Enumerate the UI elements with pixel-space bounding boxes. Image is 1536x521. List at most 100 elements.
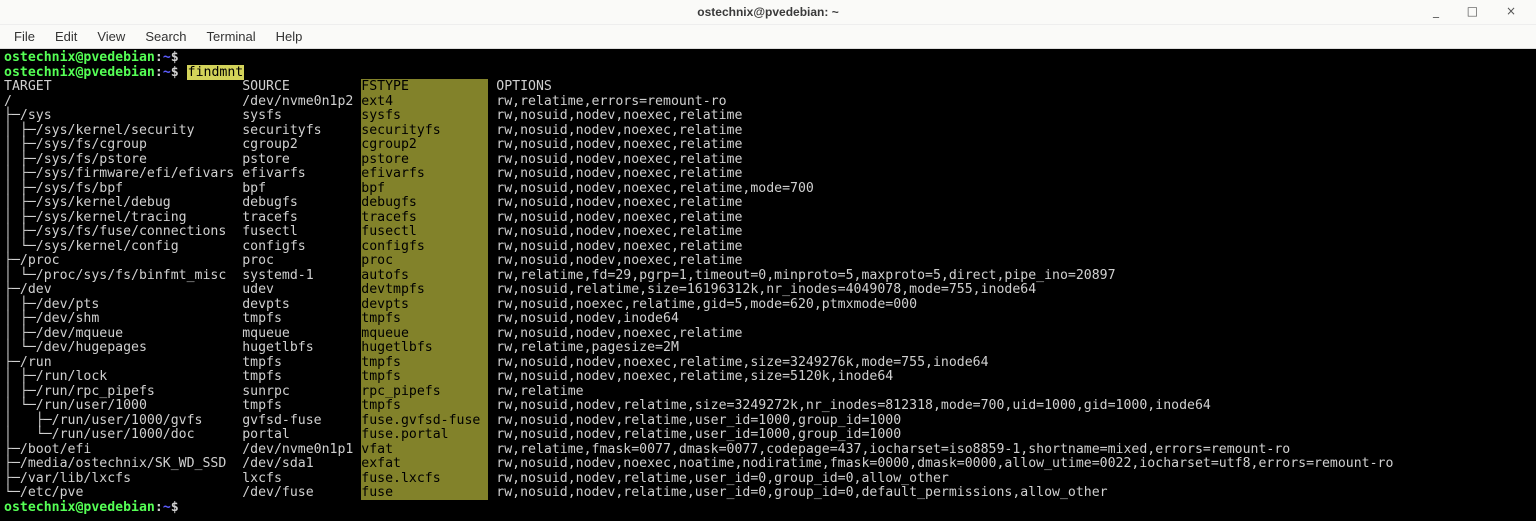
cell-options: rw,relatime,fmask=0077,dmask=0077,codepa…	[488, 442, 1290, 457]
cell-fstype: tracefs	[361, 210, 488, 225]
cell-target: │ ├─/run/user/1000/gvfs	[4, 413, 242, 428]
findmnt-row: │ ├─/sys/kernel/debug debugfs debugfs rw…	[4, 196, 1532, 211]
cell-source: fusectl	[242, 224, 361, 239]
header-source: SOURCE	[242, 79, 361, 94]
cell-options: rw,nosuid,nodev,relatime,user_id=0,group…	[488, 485, 1107, 500]
cell-source: sunrpc	[242, 384, 361, 399]
cell-source: mqueue	[242, 326, 361, 341]
cell-fstype: cgroup2	[361, 137, 488, 152]
findmnt-row: │ └─/sys/kernel/config configfs configfs…	[4, 240, 1532, 255]
cell-target: │ └─/dev/hugepages	[4, 340, 242, 355]
cell-fstype: tmpfs	[361, 355, 488, 370]
cell-source: configfs	[242, 239, 361, 254]
findmnt-row: │ ├─/sys/fs/cgroup cgroup2 cgroup2 rw,no…	[4, 138, 1532, 153]
cell-options: rw,nosuid,nodev,noexec,relatime,size=324…	[488, 355, 988, 370]
findmnt-row: │ └─/run/user/1000 tmpfs tmpfs rw,nosuid…	[4, 399, 1532, 414]
cell-fstype: proc	[361, 253, 488, 268]
cell-source: /dev/fuse	[242, 485, 361, 500]
cell-target: │ ├─/dev/pts	[4, 297, 242, 312]
menu-item-edit[interactable]: Edit	[45, 27, 87, 46]
cell-options: rw,nosuid,nodev,relatime,user_id=1000,gr…	[488, 413, 901, 428]
findmnt-row: │ ├─/dev/mqueue mqueue mqueue rw,nosuid,…	[4, 327, 1532, 342]
cell-fstype: fuse.portal	[361, 427, 488, 442]
cell-fstype: fusectl	[361, 224, 488, 239]
window-titlebar: ostechnix@pvedebian: ~ _ □ ×	[0, 0, 1536, 25]
cell-source: tracefs	[242, 210, 361, 225]
cell-target: │ ├─/sys/kernel/security	[4, 123, 242, 138]
cell-target: └─/etc/pve	[4, 485, 242, 500]
cell-source: efivarfs	[242, 166, 361, 181]
cell-fstype: rpc_pipefs	[361, 384, 488, 399]
cell-options: rw,nosuid,nodev,noexec,relatime,size=512…	[488, 369, 893, 384]
cell-options: rw,nosuid,nodev,relatime,size=3249272k,n…	[488, 398, 1211, 413]
cell-options: rw,nosuid,nodev,noexec,relatime	[488, 224, 742, 239]
findmnt-row: │ ├─/sys/kernel/security securityfs secu…	[4, 124, 1532, 139]
menu-item-file[interactable]: File	[4, 27, 45, 46]
prompt-line-end: ostechnix@pvedebian:~$	[4, 501, 1532, 516]
findmnt-row: ├─/proc proc proc rw,nosuid,nodev,noexec…	[4, 254, 1532, 269]
cell-fstype: tmpfs	[361, 398, 488, 413]
cell-fstype: vfat	[361, 442, 488, 457]
cell-target: /	[4, 94, 242, 109]
cell-options: rw,relatime,fd=29,pgrp=1,timeout=0,minpr…	[488, 268, 1115, 283]
cell-options: rw,nosuid,nodev,relatime,user_id=0,group…	[488, 471, 949, 486]
cell-fstype: hugetlbfs	[361, 340, 488, 355]
cell-source: /dev/nvme0n1p1	[242, 442, 361, 457]
findmnt-row: │ ├─/sys/fs/pstore pstore pstore rw,nosu…	[4, 153, 1532, 168]
findmnt-row: ├─/media/ostechnix/SK_WD_SSD /dev/sda1 e…	[4, 457, 1532, 472]
cell-source: portal	[242, 427, 361, 442]
cell-fstype: tmpfs	[361, 369, 488, 384]
cell-target: │ ├─/run/lock	[4, 369, 242, 384]
cell-fstype: debugfs	[361, 195, 488, 210]
cell-source: devpts	[242, 297, 361, 312]
cell-source: /dev/sda1	[242, 456, 361, 471]
window-minimize-button[interactable]: _	[1429, 4, 1451, 18]
cell-options: rw,relatime	[488, 384, 583, 399]
terminal[interactable]: ostechnix@pvedebian:~$ ostechnix@pvedebi…	[0, 49, 1536, 521]
header-target: TARGET	[4, 79, 242, 94]
cell-options: rw,nosuid,nodev,noexec,relatime	[488, 123, 742, 138]
findmnt-row: │ ├─/run/lock tmpfs tmpfs rw,nosuid,node…	[4, 370, 1532, 385]
prompt-colon: :	[155, 50, 163, 65]
cell-fstype: bpf	[361, 181, 488, 196]
cell-source: lxcfs	[242, 471, 361, 486]
findmnt-row: │ ├─/sys/fs/bpf bpf bpf rw,nosuid,nodev,…	[4, 182, 1532, 197]
cell-target: │ ├─/run/rpc_pipefs	[4, 384, 242, 399]
findmnt-row: ├─/sys sysfs sysfs rw,nosuid,nodev,noexe…	[4, 109, 1532, 124]
menu-item-terminal[interactable]: Terminal	[197, 27, 266, 46]
findmnt-row: │ ├─/sys/firmware/efi/efivars efivarfs e…	[4, 167, 1532, 182]
cell-fstype: securityfs	[361, 123, 488, 138]
window-close-button[interactable]: ×	[1502, 4, 1528, 18]
cell-source: proc	[242, 253, 361, 268]
cell-options: rw,nosuid,nodev,noexec,relatime	[488, 239, 742, 254]
menu-item-help[interactable]: Help	[266, 27, 313, 46]
prompt-line-cmd: ostechnix@pvedebian:~$ findmnt	[4, 66, 1532, 81]
window-maximize-button[interactable]: □	[1463, 4, 1490, 18]
cell-options: rw,nosuid,nodev,inode64	[488, 311, 679, 326]
cell-options: rw,nosuid,nodev,noexec,relatime,mode=700	[488, 181, 814, 196]
cell-fstype: configfs	[361, 239, 488, 254]
cell-target: ├─/boot/efi	[4, 442, 242, 457]
menu-item-view[interactable]: View	[87, 27, 135, 46]
cell-target: ├─/media/ostechnix/SK_WD_SSD	[4, 456, 242, 471]
cell-target: │ └─/proc/sys/fs/binfmt_misc	[4, 268, 242, 283]
findmnt-row: ├─/dev udev devtmpfs rw,nosuid,relatime,…	[4, 283, 1532, 298]
command-findmnt: findmnt	[187, 65, 245, 80]
menu-item-search[interactable]: Search	[135, 27, 196, 46]
cell-options: rw,nosuid,nodev,noexec,relatime	[488, 108, 742, 123]
cell-options: rw,nosuid,nodev,noexec,relatime	[488, 166, 742, 181]
cell-target: ├─/run	[4, 355, 242, 370]
cell-fstype: ext4	[361, 94, 488, 109]
cell-source: systemd-1	[242, 268, 361, 283]
prompt-user-host: ostechnix@pvedebian	[4, 50, 155, 65]
findmnt-row: │ ├─/dev/shm tmpfs tmpfs rw,nosuid,nodev…	[4, 312, 1532, 327]
cell-fstype: autofs	[361, 268, 488, 283]
cell-target: │ ├─/sys/fs/bpf	[4, 181, 242, 196]
cell-target: ├─/sys	[4, 108, 242, 123]
cell-target: │ ├─/dev/mqueue	[4, 326, 242, 341]
window-title: ostechnix@pvedebian: ~	[697, 5, 838, 19]
cell-options: rw,nosuid,nodev,noexec,relatime	[488, 326, 742, 341]
findmnt-row: / /dev/nvme0n1p2 ext4 rw,relatime,errors…	[4, 95, 1532, 110]
cell-source: tmpfs	[242, 311, 361, 326]
cell-fstype: tmpfs	[361, 311, 488, 326]
